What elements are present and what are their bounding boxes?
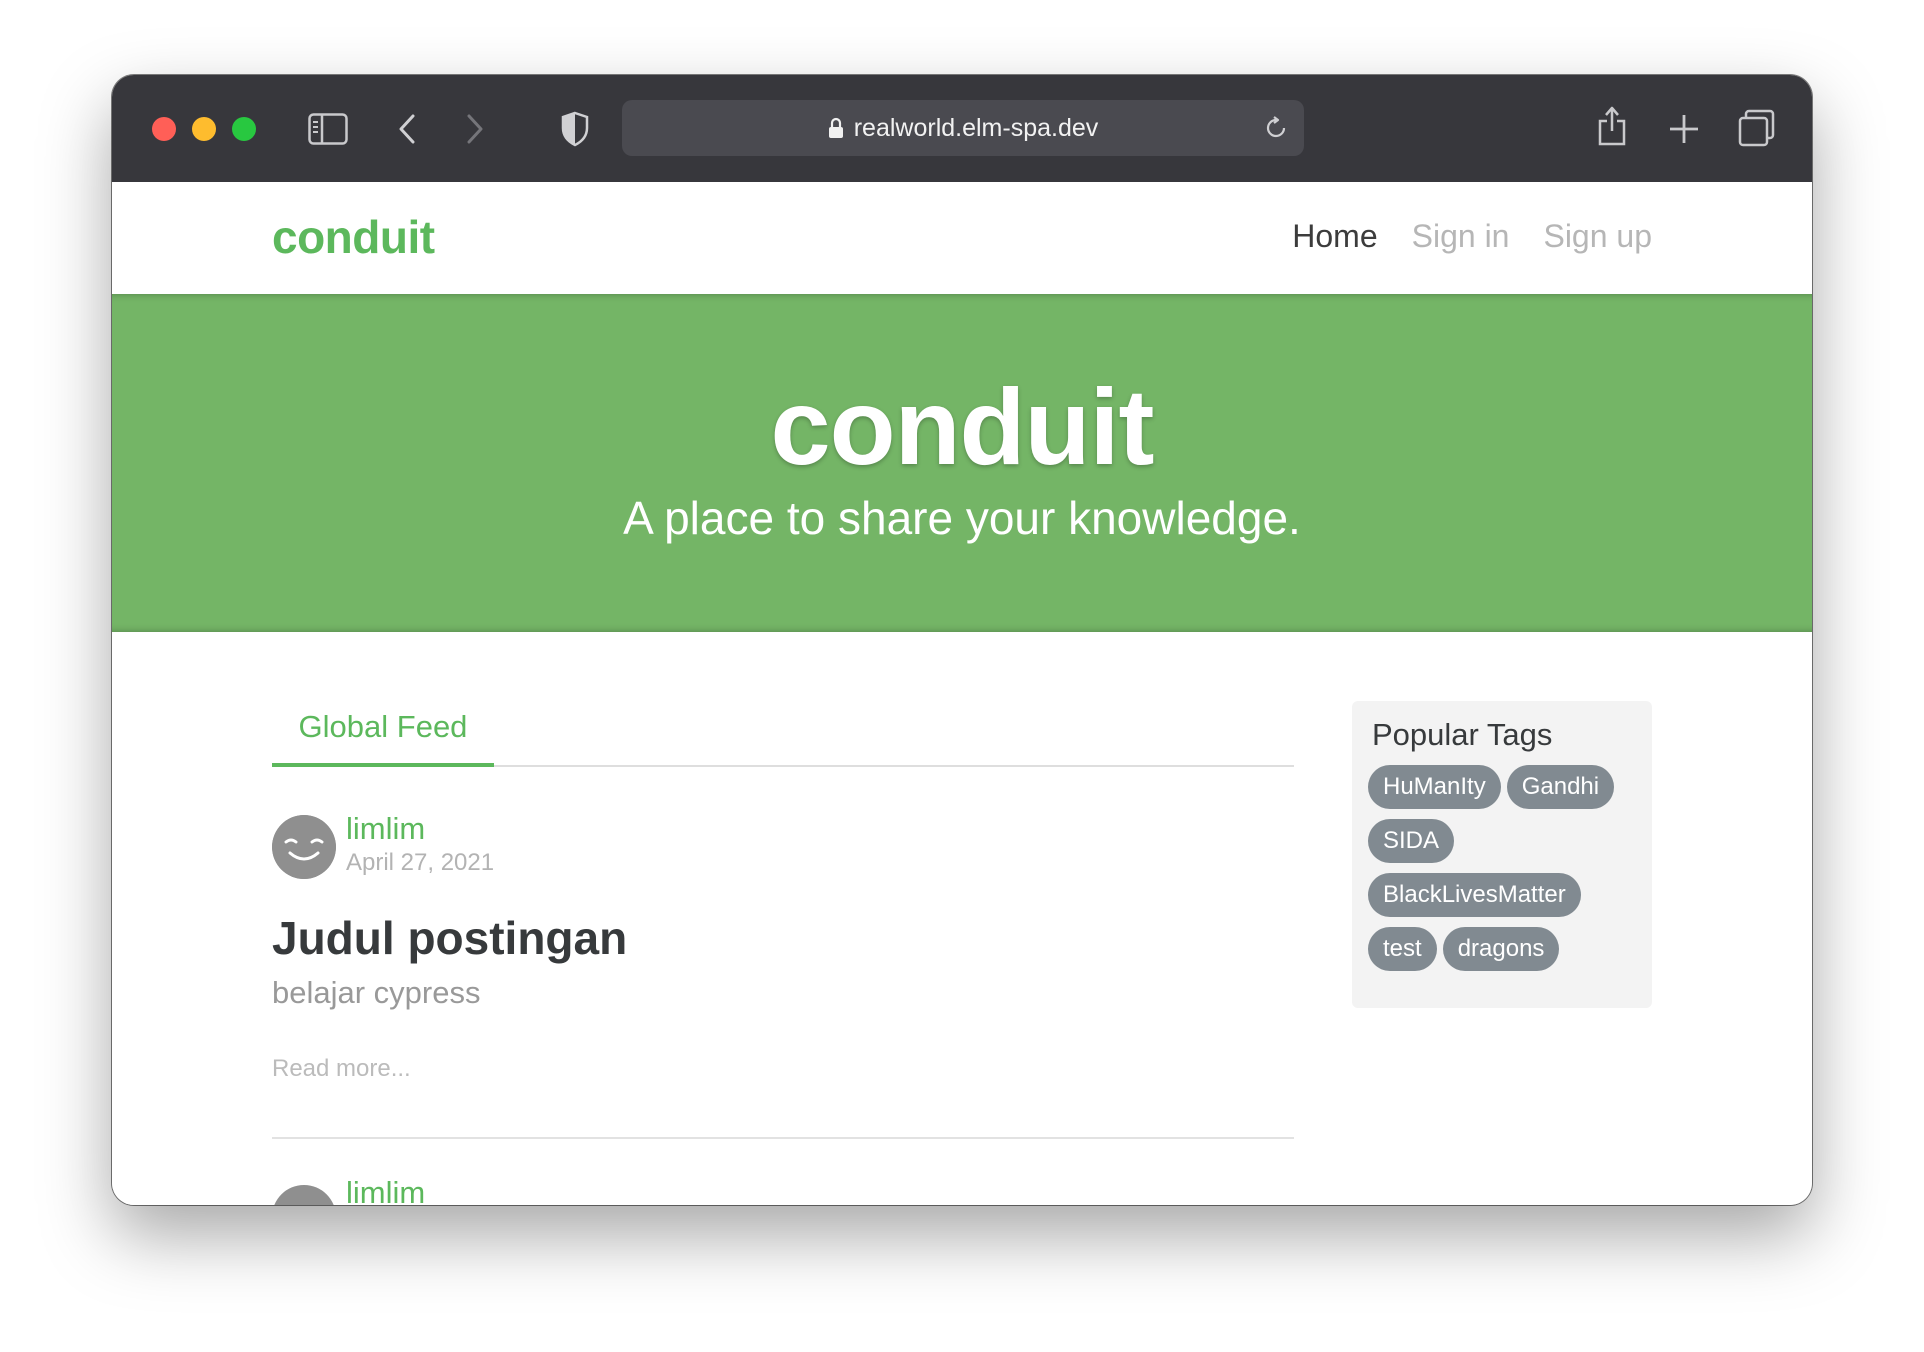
- popular-tags-sidebar: Popular Tags HuManIty Gandhi SIDA BlackL…: [1352, 701, 1652, 1008]
- navbar: conduit Home Sign in Sign up: [112, 182, 1812, 294]
- lock-icon: [828, 117, 843, 138]
- nav-sign-up-link[interactable]: Sign up: [1543, 218, 1652, 255]
- tag-pill[interactable]: Gandhi: [1506, 765, 1615, 809]
- article-title-link[interactable]: Judul postingan: [272, 911, 627, 965]
- tag-list: HuManIty Gandhi SIDA BlackLivesMatter te…: [1368, 765, 1636, 971]
- share-icon[interactable]: [1596, 105, 1628, 147]
- article-preview: limlim April 27, 2021 Judul postingan be…: [272, 767, 1294, 1139]
- tag-pill[interactable]: BlackLivesMatter: [1368, 873, 1581, 917]
- article-date: April 27, 2021: [346, 849, 495, 876]
- nav-links: Home Sign in Sign up: [1292, 218, 1652, 255]
- article-feed: Global Feed limlim April 27, 2021 Judul …: [272, 632, 1294, 1205]
- author-avatar[interactable]: [272, 1185, 336, 1205]
- article-description: belajar cypress: [272, 975, 481, 1010]
- reload-icon[interactable]: [1264, 116, 1288, 140]
- feed-tabs: Global Feed: [272, 698, 1294, 767]
- author-avatar[interactable]: [272, 815, 336, 879]
- tag-pill[interactable]: dragons: [1442, 927, 1560, 971]
- banner-tagline: A place to share your knowledge.: [623, 492, 1301, 544]
- banner-title: conduit: [770, 366, 1155, 487]
- tag-pill[interactable]: HuManIty: [1368, 765, 1501, 809]
- read-more-link[interactable]: Read more...: [272, 1055, 411, 1083]
- zoom-window-button[interactable]: [232, 117, 256, 141]
- article-preview: limlim: [272, 1139, 1294, 1205]
- url-text: realworld.elm-spa.dev: [622, 100, 1304, 156]
- tag-pill[interactable]: SIDA: [1368, 819, 1455, 863]
- url-label: realworld.elm-spa.dev: [853, 114, 1099, 142]
- hero-banner: conduit A place to share your knowledge.: [112, 294, 1812, 632]
- shield-icon[interactable]: [560, 111, 590, 147]
- nav-sign-in-link[interactable]: Sign in: [1412, 218, 1510, 255]
- back-icon[interactable]: [396, 113, 418, 145]
- sidebar-heading: Popular Tags: [1372, 717, 1553, 752]
- browser-toolbar: realworld.elm-spa.dev: [112, 75, 1812, 183]
- close-window-button[interactable]: [152, 117, 176, 141]
- address-bar[interactable]: realworld.elm-spa.dev: [622, 100, 1304, 156]
- forward-icon[interactable]: [464, 113, 486, 145]
- minimize-window-button[interactable]: [192, 117, 216, 141]
- page-content: conduit Home Sign in Sign up conduit A p…: [112, 182, 1812, 1205]
- brand-logo-link[interactable]: conduit: [272, 210, 435, 264]
- author-name-link[interactable]: limlim: [346, 811, 425, 847]
- browser-window: realworld.elm-spa.dev conduit Home Sign …: [112, 75, 1812, 1205]
- tab-global-feed[interactable]: Global Feed: [272, 698, 494, 767]
- tag-pill[interactable]: test: [1368, 927, 1437, 971]
- tabs-overview-icon[interactable]: [1738, 109, 1776, 147]
- nav-home-link[interactable]: Home: [1292, 218, 1377, 255]
- new-tab-icon[interactable]: [1668, 113, 1700, 145]
- author-name-link[interactable]: limlim: [346, 1175, 425, 1205]
- sidebar-icon[interactable]: [308, 113, 348, 145]
